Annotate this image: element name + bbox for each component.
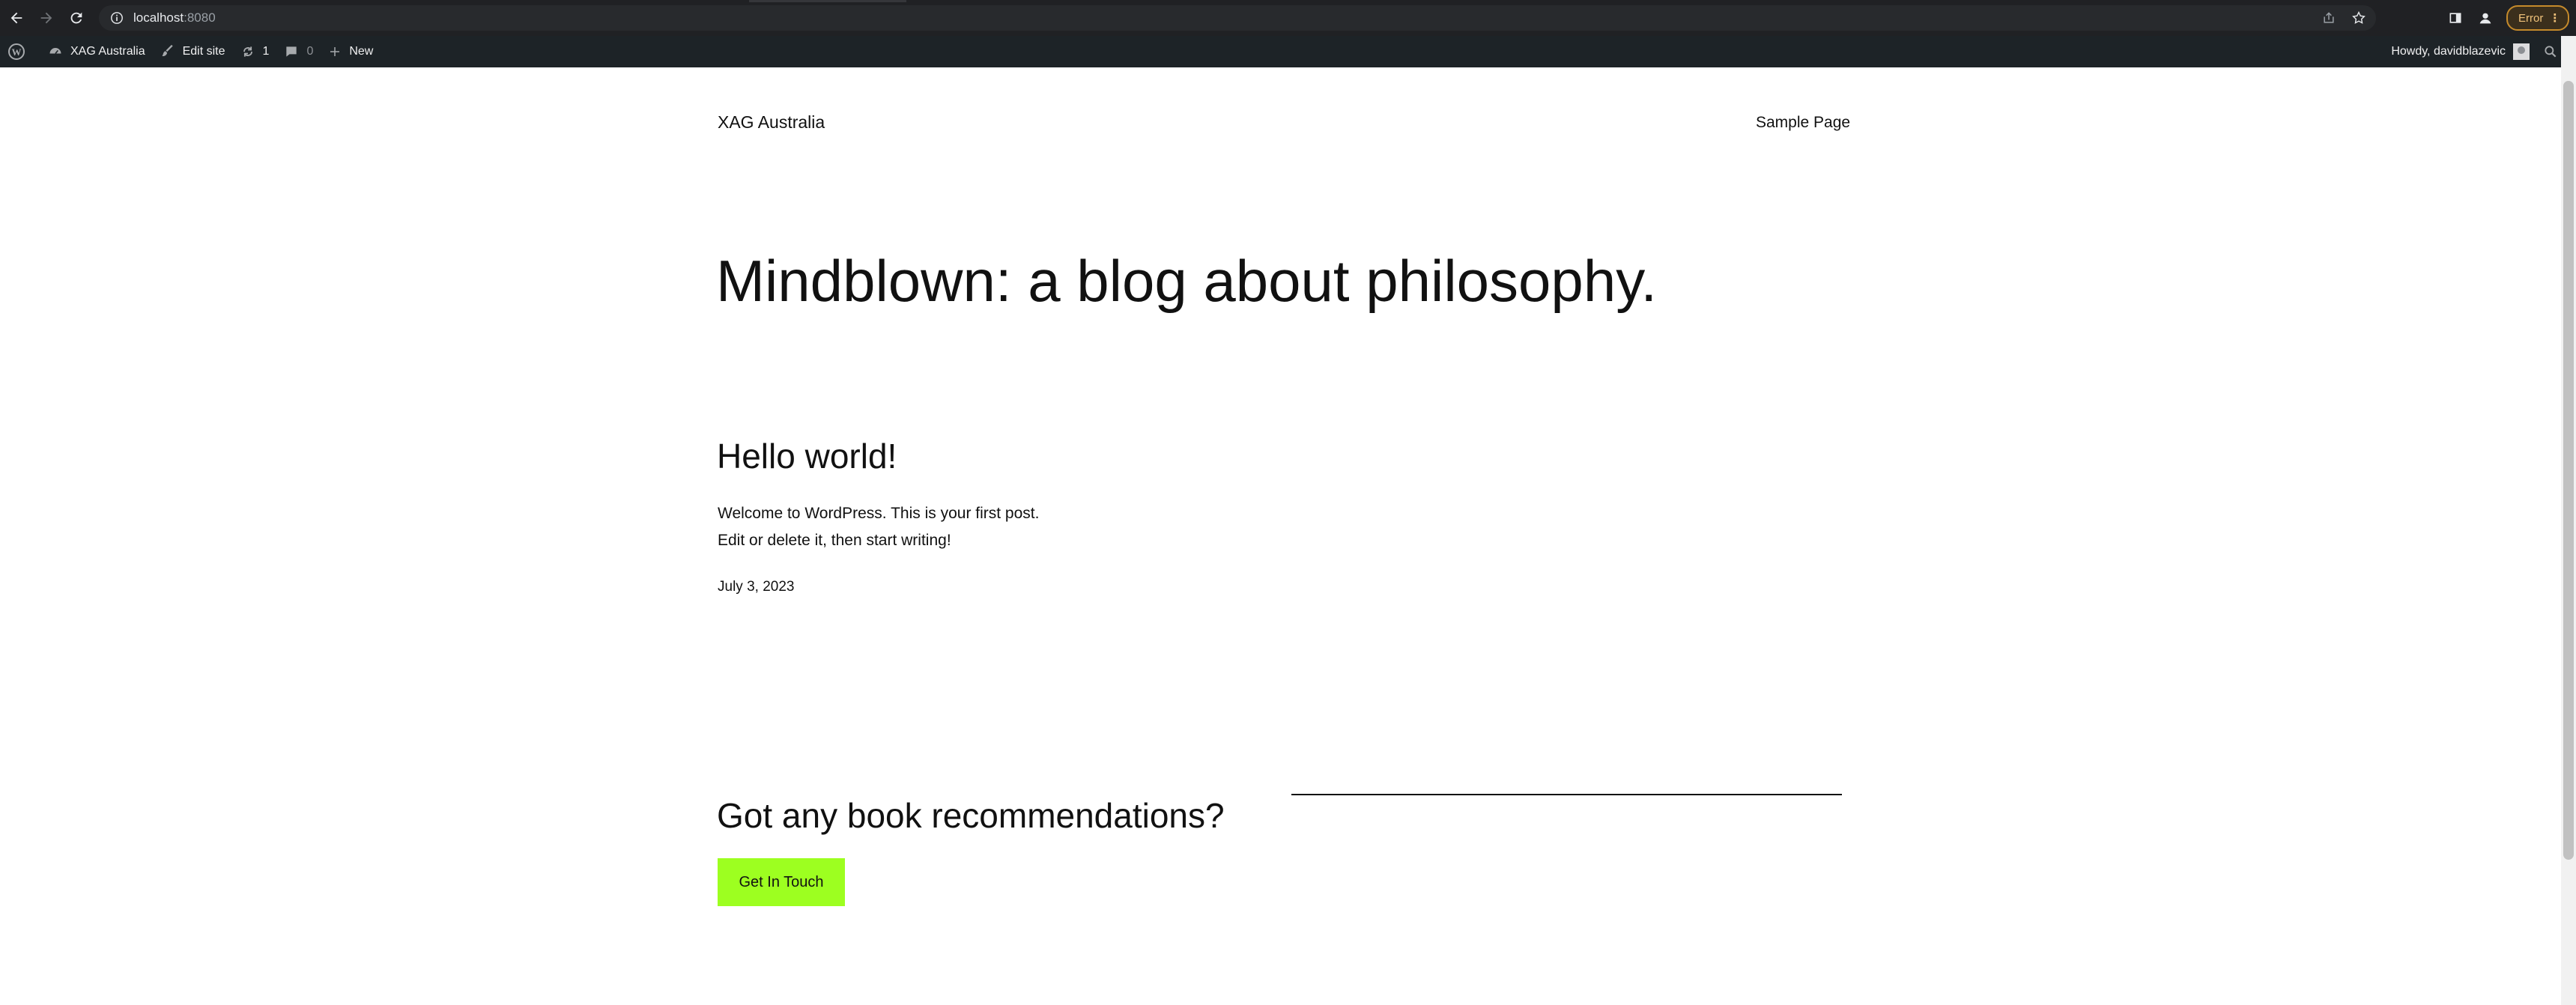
more-menu-icon[interactable]: ⋮ (2549, 11, 2560, 25)
svg-text:W: W (12, 46, 22, 58)
forward-icon[interactable] (33, 4, 60, 31)
post-title[interactable]: Hello world! (717, 436, 897, 476)
new-label: New (349, 45, 374, 58)
share-icon[interactable] (2316, 5, 2342, 31)
admin-bar-comments[interactable]: 0 (276, 36, 321, 67)
reload-icon[interactable] (63, 4, 90, 31)
page-heading: Mindblown: a blog about philosophy. (716, 248, 1658, 314)
error-label: Error (2518, 11, 2544, 25)
avatar[interactable] (2513, 43, 2530, 60)
admin-bar-site-name[interactable]: XAG Australia (40, 36, 153, 67)
wordpress-logo-icon[interactable]: W (0, 36, 40, 67)
comment-icon (286, 46, 297, 57)
brush-icon (162, 44, 173, 57)
howdy-user[interactable]: Howdy, davidblazevic (2391, 45, 2506, 58)
comments-count: 0 (306, 45, 314, 58)
dashboard-icon (49, 48, 61, 55)
cta-heading: Got any book recommendations? (717, 796, 1225, 835)
get-in-touch-button[interactable]: Get In Touch (718, 858, 845, 906)
address-bar[interactable]: localhost:8080 (99, 5, 2376, 31)
url-port: :8080 (184, 10, 216, 25)
separator-line (1291, 794, 1842, 795)
updates-count: 1 (262, 45, 270, 58)
admin-bar-new[interactable]: New (321, 36, 381, 67)
site-title[interactable]: XAG Australia (718, 112, 825, 133)
address-bar-actions (2316, 5, 2376, 31)
tab-strip-edge (749, 0, 906, 2)
side-panel-icon[interactable] (2442, 4, 2469, 31)
post-date[interactable]: July 3, 2023 (718, 579, 794, 595)
updates-icon (243, 46, 252, 57)
edit-site-label: Edit site (182, 45, 225, 58)
page-scrollbar[interactable] (2561, 36, 2576, 1005)
scrollbar-thumb[interactable] (2563, 81, 2574, 860)
post-excerpt: Welcome to WordPress. This is your first… (718, 500, 1039, 554)
browser-error-button[interactable]: Error ⋮ (2506, 5, 2570, 31)
nav-sample-page[interactable]: Sample Page (1756, 114, 1850, 132)
browser-actions: Error ⋮ (2442, 4, 2570, 31)
site-info-icon[interactable] (109, 10, 124, 25)
admin-bar-account: Howdy, davidblazevic (2391, 36, 2576, 67)
url-host: localhost (133, 10, 184, 25)
plus-icon (330, 47, 340, 56)
admin-bar-edit-site[interactable]: Edit site (153, 36, 233, 67)
wp-admin-bar: W XAG Australia Edit site 1 0 New Howdy,… (0, 36, 2576, 67)
post-excerpt-line: Welcome to WordPress. This is your first… (718, 505, 1040, 522)
back-icon[interactable] (3, 4, 30, 31)
admin-bar-updates[interactable]: 1 (233, 36, 277, 67)
post-excerpt-line: Edit or delete it, then start writing! (718, 532, 951, 549)
profile-icon[interactable] (2472, 4, 2499, 31)
admin-bar-site-label: XAG Australia (70, 45, 145, 58)
browser-toolbar: localhost:8080 Error ⋮ (0, 0, 2576, 36)
bookmark-star-icon[interactable] (2346, 5, 2372, 31)
